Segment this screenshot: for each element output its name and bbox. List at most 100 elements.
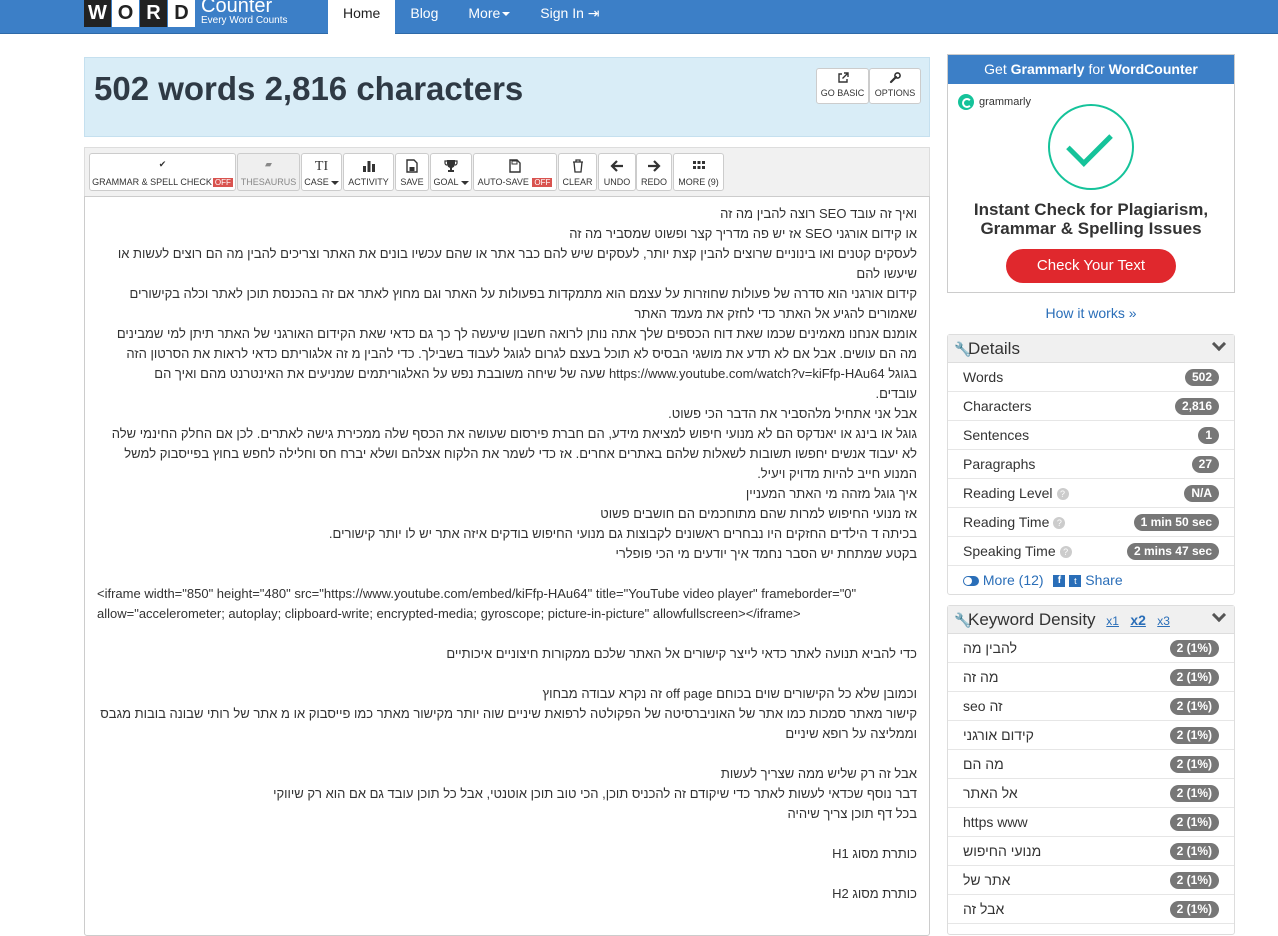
case-label: CASE [304, 177, 329, 187]
ad-head-mid: for [1088, 61, 1105, 77]
grammarly-logo-icon [958, 94, 974, 110]
nav-more-label: More [468, 5, 501, 21]
arrow-left-icon [599, 159, 635, 177]
editor-text-line: קידום אורגני הוא סדרה של פעולות שחוזרות … [129, 286, 917, 301]
keyword-x1-link[interactable]: x1 [1106, 614, 1119, 628]
keyword-row[interactable]: מנועי החיפוש 2 (1%) [948, 837, 1234, 866]
editor-text-line: allow="accelerometer; autoplay; clipboar… [97, 606, 801, 621]
logo-counter: Counter [201, 0, 273, 17]
auto-save-button[interactable]: AUTO-SAVE OFF [473, 153, 557, 191]
ad-tagline-line-2: Grammar & Spelling Issues [980, 219, 1202, 238]
keyword-row[interactable]: להבין מה 2 (1%) [948, 634, 1234, 663]
site-logo[interactable]: W O R D Counter Every Word Counts [84, 0, 288, 27]
thesaurus-button[interactable]: ▰ THESAURUS [237, 153, 300, 191]
editor-text-line: לא יעבוד אנשים יחפשו תשובות לשאלות שלהם … [124, 446, 917, 461]
check-your-text-button[interactable]: Check Your Text [1006, 249, 1176, 283]
editor-text-line: בכל דף תוכן צריך שיהיה [787, 806, 917, 821]
keyword-x2-link[interactable]: x2 [1130, 612, 1146, 628]
facebook-icon[interactable]: f [1053, 575, 1066, 588]
keyword-density-header[interactable]: 🔧Keyword Density x1 x2 x3 [948, 606, 1234, 634]
nav-blog[interactable]: Blog [395, 0, 453, 34]
ad-tagline-line-1: Instant Check for Plagiarism, [973, 200, 1209, 219]
chevron-down-icon[interactable] [1211, 607, 1227, 623]
grammarly-ad[interactable]: Get Grammarly for WordCounter grammarly … [947, 54, 1235, 293]
keyword-density-title: Keyword Density [968, 610, 1096, 629]
details-row: Reading Level? N/A [948, 479, 1234, 508]
chevron-down-icon[interactable] [1211, 336, 1227, 352]
caret-down-icon [460, 180, 469, 185]
twitter-icon[interactable]: t [1069, 575, 1082, 588]
details-row: Reading Time? 1 min 50 sec [948, 508, 1234, 537]
editor-text-line: בכיתה ד הילדים החזקים היו נבחרים ראשונים… [328, 526, 917, 541]
book-icon: ▰ [265, 159, 272, 169]
redo-label: REDO [640, 177, 667, 187]
help-icon[interactable]: ? [1053, 517, 1066, 530]
details-row-label: Paragraphs [963, 456, 1036, 472]
nav-more[interactable]: More [453, 0, 525, 34]
editor-text-line: עובדים. [875, 386, 917, 401]
details-header[interactable]: 🔧Details [948, 335, 1234, 363]
keyword-row[interactable]: אתר של 2 (1%) [948, 866, 1234, 895]
external-link-icon [817, 72, 868, 88]
ad-tagline: Instant Check for Plagiarism, Grammar & … [948, 200, 1234, 238]
keyword-row[interactable]: אל האתר 2 (1%) [948, 779, 1234, 808]
check-icon: ✔ [158, 159, 167, 169]
goal-button[interactable]: GOAL [430, 153, 472, 191]
more-tools-button[interactable]: MORE (9) [673, 153, 724, 191]
help-icon[interactable]: ? [1056, 488, 1069, 501]
editor-text-line: או קידום אורגני SEO אז יש פה מדריך קצר ו… [569, 226, 917, 241]
editor-text-line: אומנם אנחנו מאמינים שכמו שאת דוח הכספים … [116, 326, 917, 341]
editor-text-line: ואיך זה עובד SEO רוצה להבין מה זה [720, 206, 917, 221]
keyword-row[interactable]: אבל זה 2 (1%) [948, 895, 1234, 924]
ad-head-brand: Grammarly [1010, 61, 1085, 77]
toggle-icon [963, 576, 979, 587]
undo-button[interactable]: UNDO [598, 153, 636, 191]
grammarly-logo: grammarly [958, 94, 1031, 110]
nav-signin[interactable]: Sign In ⇥ [525, 0, 614, 34]
text-editor[interactable]: ואיך זה עובד SEO רוצה להבין מה זה או קידו… [84, 196, 930, 936]
editor-text-line: מה הם עושים. אבל אם לא תדע את מושגי הבסי… [126, 346, 917, 361]
undo-label: UNDO [603, 177, 631, 187]
keyword-row[interactable]: seo זה 2 (1%) [948, 692, 1234, 721]
share-link[interactable]: Share [1085, 572, 1122, 588]
keyword-row[interactable]: קידום אורגני 2 (1%) [948, 721, 1234, 750]
options-button[interactable]: OPTIONS [869, 68, 921, 104]
details-row-value: 27 [1191, 456, 1219, 473]
editor-text-line: וממליצה על רופא שיניים [785, 726, 917, 741]
keyword-x3-link[interactable]: x3 [1157, 614, 1170, 628]
activity-button[interactable]: ACTIVITY [343, 153, 394, 191]
keyword-row[interactable]: מה הם 2 (1%) [948, 750, 1234, 779]
details-row: Words 502 [948, 363, 1234, 392]
grammar-check-label: GRAMMAR & SPELL CHECK [92, 177, 212, 187]
details-row-label: Reading Time [963, 514, 1050, 530]
more-details-link[interactable]: More (12) [983, 572, 1044, 588]
logo-tagline: Every Word Counts [201, 15, 288, 26]
grammar-off-badge: OFF [212, 178, 233, 187]
keyword-count: 2 (1%) [1169, 814, 1219, 831]
keyword-row[interactable]: https www 2 (1%) [948, 808, 1234, 837]
editor-text-line: בגוגל https://www.youtube.com/watch?v=ki… [154, 366, 917, 381]
grammar-check-button[interactable]: ✔ GRAMMAR & SPELL CHECK OFF [89, 153, 236, 191]
go-basic-button[interactable]: GO BASIC [816, 68, 869, 104]
details-links: More (12) f t Share [948, 566, 1234, 595]
keyword-count: 2 (1%) [1169, 640, 1219, 657]
keyword-label: מה זה [963, 669, 999, 685]
save-button[interactable]: SAVE [395, 153, 429, 191]
keyword-count: 2 (1%) [1169, 901, 1219, 918]
details-row-label: Sentences [963, 427, 1030, 443]
details-row-value: 502 [1184, 369, 1219, 386]
clear-button[interactable]: CLEAR [558, 153, 597, 191]
details-row-label: Reading Level [963, 485, 1053, 501]
nav-home[interactable]: Home [328, 0, 396, 34]
case-button[interactable]: TI CASE [301, 153, 342, 191]
more-tools-label: MORE (9) [678, 177, 719, 187]
help-icon[interactable]: ? [1059, 546, 1072, 559]
redo-button[interactable]: REDO [636, 153, 672, 191]
keyword-label: מנועי החיפוש [963, 843, 1042, 859]
keyword-row[interactable]: מה זה 2 (1%) [948, 663, 1234, 692]
keyword-label: מה הם [963, 756, 1004, 772]
how-it-works-link[interactable]: How it works » [947, 305, 1235, 321]
wrench-icon: 🔧 [954, 612, 972, 628]
editor-text-line: בקטע שמתחת יש הסבר נחמד איך יודעים מי הכ… [615, 546, 917, 561]
details-row: Sentences 1 [948, 421, 1234, 450]
